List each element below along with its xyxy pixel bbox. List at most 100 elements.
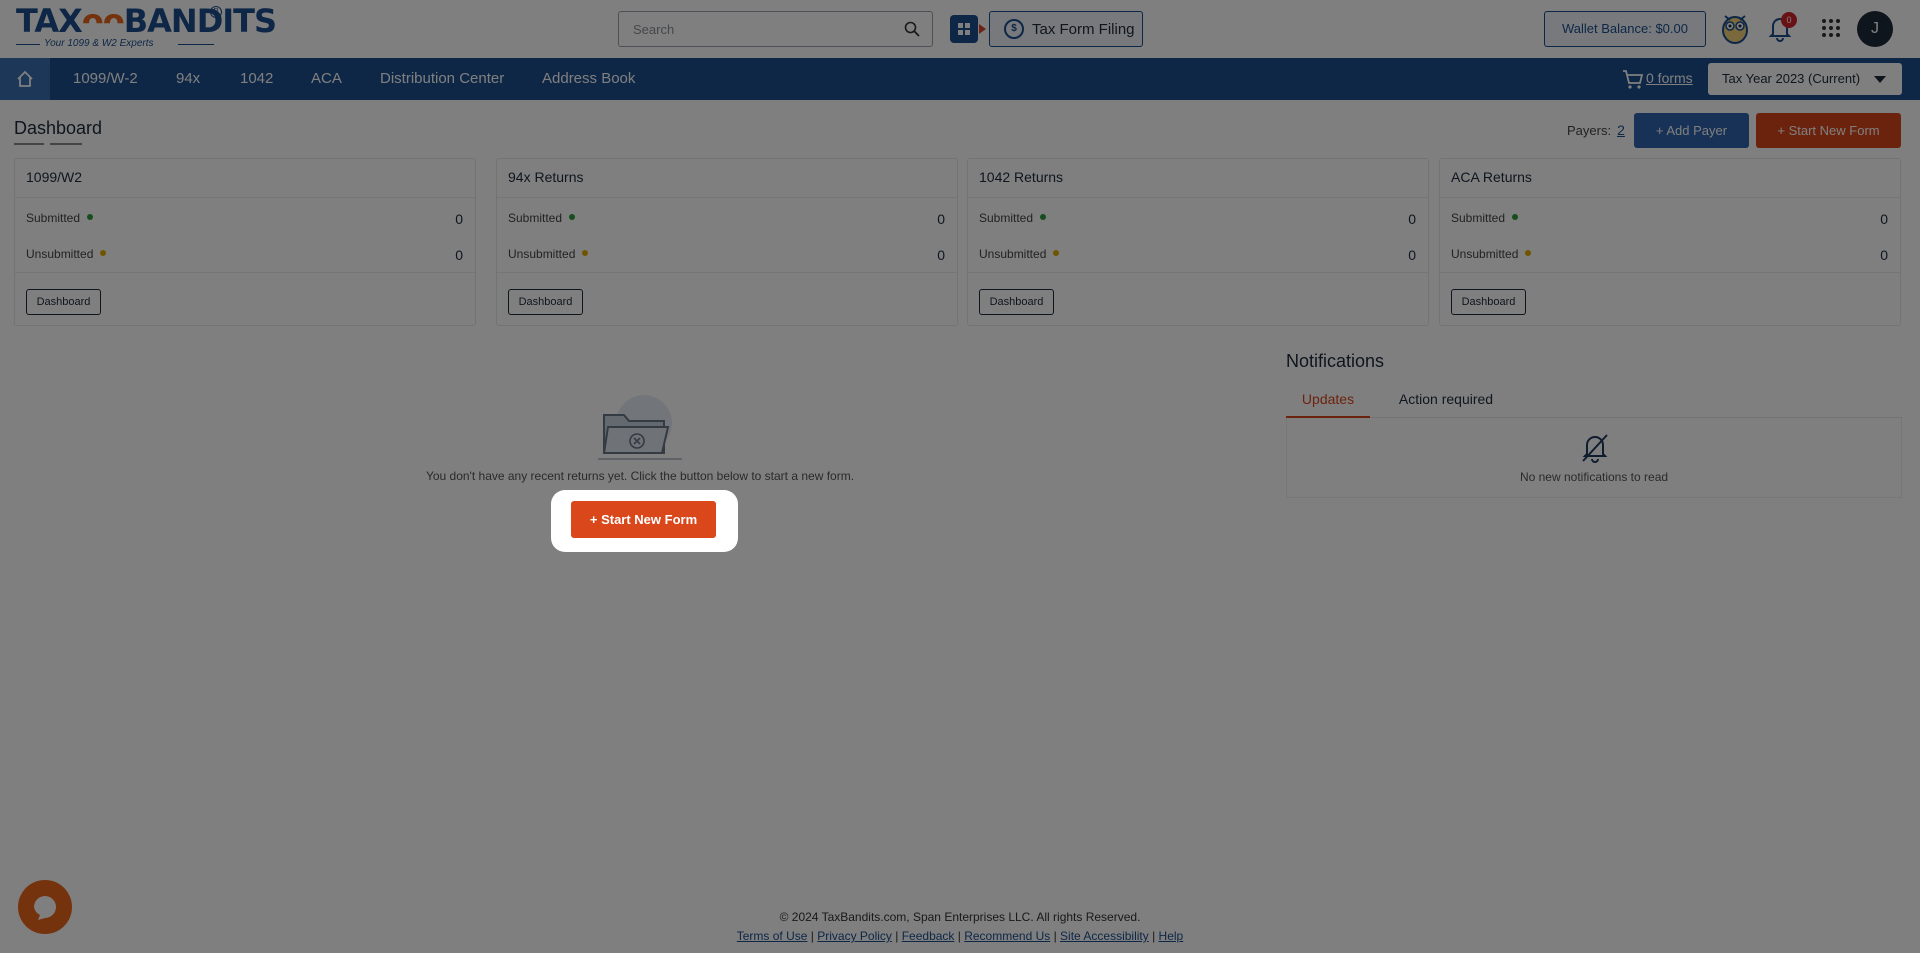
nav-item-aca[interactable]: ACA — [311, 58, 342, 100]
unsubmitted-label: Unsubmitted — [1451, 247, 1519, 261]
footer-link-privacy[interactable]: Privacy Policy — [817, 929, 892, 943]
card-dashboard-button[interactable]: Dashboard — [1451, 289, 1526, 315]
unsubmitted-count: 0 — [937, 247, 945, 263]
footer-link-help[interactable]: Help — [1159, 929, 1184, 943]
wallet-balance-button[interactable]: Wallet Balance: $0.00 — [1544, 11, 1706, 47]
tax-year-value: Tax Year 2023 (Current) — [1722, 71, 1861, 86]
empty-folder-icon — [598, 395, 682, 460]
notifications-bell[interactable]: 0 — [1767, 12, 1797, 42]
tax-form-filing-button[interactable]: $ Tax Form Filing — [989, 11, 1143, 47]
logo-wordmark: TAXᴖᴖBANDITS — [16, 2, 277, 40]
card-divider — [968, 272, 1428, 273]
logo-text-right: BANDITS — [123, 2, 277, 40]
submitted-status-dot — [1040, 213, 1047, 220]
top-header: TAXᴖᴖBANDITS Your 1099 & W2 Experts R $ … — [0, 0, 1920, 58]
nav-home[interactable] — [0, 58, 50, 100]
footer-link-feedback[interactable]: Feedback — [902, 929, 955, 943]
card-title: 94x Returns — [508, 169, 584, 185]
logo-tag-line-left — [16, 44, 40, 45]
page-title: Dashboard — [14, 118, 103, 138]
apps-grid-icon[interactable] — [1821, 18, 1841, 38]
unsubmitted-row: Unsubmitted 0 — [26, 247, 463, 265]
registered-mark-icon: R — [210, 6, 222, 18]
submitted-label: Submitted — [1451, 211, 1506, 225]
title-underline-left — [14, 143, 44, 145]
card-divider — [497, 272, 957, 273]
card-title: 1099/W2 — [26, 169, 83, 185]
footer-link-recommend[interactable]: Recommend Us — [964, 929, 1050, 943]
owl-mascot-icon[interactable] — [1720, 10, 1750, 44]
card-divider — [497, 197, 957, 198]
empty-returns-message: You don't have any recent returns yet. C… — [425, 469, 855, 483]
product-switcher-button[interactable] — [950, 15, 986, 43]
card-divider — [968, 197, 1428, 198]
card-title: ACA Returns — [1451, 169, 1532, 185]
chat-bubble-icon — [34, 896, 56, 920]
submitted-count: 0 — [455, 211, 463, 227]
logo-owl-eyes: ᴖᴖ — [81, 2, 125, 40]
search-icon[interactable] — [904, 21, 920, 37]
unsubmitted-status-dot — [582, 249, 589, 256]
chat-widget-button[interactable] — [18, 880, 72, 934]
unsubmitted-status-dot — [100, 249, 107, 256]
submitted-row: Submitted 0 — [1451, 211, 1888, 229]
home-icon — [17, 70, 33, 87]
unsubmitted-status-dot — [1053, 249, 1060, 256]
nav-item-1099-w2[interactable]: 1099/W-2 — [73, 58, 138, 100]
card-dashboard-button[interactable]: Dashboard — [26, 289, 101, 315]
footer-copyright: © 2024 TaxBandits.com, Span Enterprises … — [779, 910, 1141, 924]
user-avatar[interactable]: J — [1857, 11, 1893, 47]
footer-link-accessibility[interactable]: Site Accessibility — [1060, 929, 1149, 943]
submitted-row: Submitted 0 — [26, 211, 463, 229]
logo-text-left: TAX — [16, 2, 83, 40]
unsubmitted-label: Unsubmitted — [979, 247, 1047, 261]
footer-link-terms[interactable]: Terms of Use — [737, 929, 808, 943]
footer-links: Terms of Use | Privacy Policy | Feedback… — [736, 929, 1184, 943]
payers-summary: Payers: 2 — [1567, 122, 1625, 138]
submitted-row: Submitted 0 — [979, 211, 1416, 229]
tab-action-required[interactable]: Action required — [1386, 386, 1506, 418]
payers-count-link[interactable]: 2 — [1617, 122, 1625, 138]
submitted-label: Submitted — [508, 211, 563, 225]
logo-tagline: Your 1099 & W2 Experts — [44, 38, 154, 49]
unsubmitted-label: Unsubmitted — [508, 247, 576, 261]
title-underline-right — [50, 143, 82, 145]
no-notifications-message: No new notifications to read — [1519, 470, 1669, 484]
card-divider — [15, 197, 475, 198]
submitted-row: Submitted 0 — [508, 211, 945, 229]
unsubmitted-label: Unsubmitted — [26, 247, 94, 261]
nav-item-94x[interactable]: 94x — [176, 58, 200, 100]
submitted-label: Submitted — [979, 211, 1034, 225]
card-divider — [15, 272, 475, 273]
cart-forms-link[interactable]: 0 forms — [1646, 58, 1693, 100]
unsubmitted-row: Unsubmitted 0 — [1451, 247, 1888, 265]
unsubmitted-count: 0 — [1408, 247, 1416, 263]
cart-icon[interactable] — [1622, 68, 1644, 90]
start-new-form-button[interactable]: + Start New Form — [1756, 113, 1901, 148]
nav-item-distribution-center[interactable]: Distribution Center — [380, 58, 504, 100]
start-new-form-center-button[interactable]: + Start New Form — [571, 501, 716, 538]
card-divider — [1440, 197, 1900, 198]
card-94x-returns: 94x Returns Submitted 0 Unsubmitted 0 Dash… — [496, 158, 958, 326]
taxbandits-logo[interactable]: TAXᴖᴖBANDITS Your 1099 & W2 Experts R — [16, 2, 277, 50]
card-title: 1042 Returns — [979, 169, 1064, 185]
tax-year-select[interactable]: Tax Year 2023 (Current) — [1708, 63, 1902, 95]
tax-coin-icon: $ — [1004, 19, 1024, 39]
card-aca-returns: ACA Returns Submitted 0 Unsubmitted 0 Dash… — [1439, 158, 1901, 326]
unsubmitted-row: Unsubmitted 0 — [979, 247, 1416, 265]
tax-form-filing-label: Tax Form Filing — [1032, 20, 1135, 38]
add-payer-button[interactable]: + Add Payer — [1634, 113, 1749, 148]
unsubmitted-count: 0 — [455, 247, 463, 263]
main-nav: 1099/W-2 94x 1042 ACA Distribution Cente… — [0, 58, 1920, 100]
notifications-panel: No new notifications to read — [1286, 418, 1902, 498]
unsubmitted-status-dot — [1525, 249, 1532, 256]
card-dashboard-button[interactable]: Dashboard — [508, 289, 583, 315]
nav-item-1042[interactable]: 1042 — [240, 58, 273, 100]
card-dashboard-button[interactable]: Dashboard — [979, 289, 1054, 315]
submitted-count: 0 — [1880, 211, 1888, 227]
tab-updates[interactable]: Updates — [1286, 386, 1370, 418]
search-input[interactable] — [619, 12, 889, 46]
nav-item-address-book[interactable]: Address Book — [542, 58, 635, 100]
payers-label: Payers: — [1567, 123, 1612, 138]
notifications-tabs: Updates Action required — [1286, 386, 1902, 418]
